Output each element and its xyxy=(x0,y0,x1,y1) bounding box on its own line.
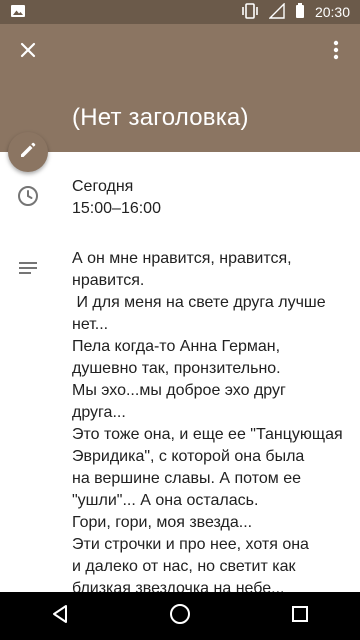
description-line: друга... xyxy=(72,404,126,421)
event-day: Сегодня xyxy=(72,178,134,195)
edit-button[interactable] xyxy=(8,132,48,172)
event-description: А он мне нравится, нравится, нравится. И… xyxy=(72,248,348,600)
battery-icon xyxy=(295,2,305,22)
description-line: А он мне нравится, нравится, xyxy=(72,250,292,267)
description-line: Эти строчки и про нее, хотя она xyxy=(72,536,309,553)
notes-icon xyxy=(16,256,40,280)
image-icon xyxy=(10,3,26,22)
description-line: душевно так, пронзительно. xyxy=(72,360,281,377)
vibrate-icon xyxy=(241,2,259,22)
description-line: и далеко от нас, но светит как xyxy=(72,558,296,575)
back-button[interactable] xyxy=(36,592,84,640)
description-line: "ушли"... А она осталась. xyxy=(72,492,259,509)
back-icon xyxy=(50,604,70,629)
event-title: (Нет заголовка) xyxy=(72,104,249,131)
navigation-bar xyxy=(0,592,360,640)
description-line: Гори, гори, моя звезда... xyxy=(72,514,253,531)
event-header: (Нет заголовка) xyxy=(0,24,360,152)
signal-icon xyxy=(268,1,285,22)
close-icon xyxy=(19,41,37,64)
status-time: 20:30 xyxy=(314,4,350,20)
description-line: И для меня на свете друга лучше xyxy=(72,294,326,311)
event-time-range: 15:00–16:00 xyxy=(72,200,161,217)
close-button[interactable] xyxy=(12,36,44,68)
description-line: нет... xyxy=(72,316,109,333)
home-button[interactable] xyxy=(156,592,204,640)
clock-icon xyxy=(16,184,40,208)
recents-icon xyxy=(291,605,309,628)
event-time: Сегодня 15:00–16:00 xyxy=(72,176,161,220)
more-vert-icon xyxy=(333,40,339,65)
more-options-button[interactable] xyxy=(322,36,350,68)
description-line: нравится. xyxy=(72,272,145,289)
home-icon xyxy=(169,603,191,630)
description-line: Пела когда-то Анна Герман, xyxy=(72,338,281,355)
description-line: Мы эхо...мы доброе эхо друг xyxy=(72,382,286,399)
description-line: Эвридика", с которой она была xyxy=(72,448,305,465)
recents-button[interactable] xyxy=(276,592,324,640)
description-line: на вершине славы. А потом ее xyxy=(72,470,301,487)
status-bar: 20:30 xyxy=(0,0,360,24)
description-line: Это тоже она, и еще ее "Танцующая xyxy=(72,426,343,443)
edit-pencil-icon xyxy=(18,140,38,165)
